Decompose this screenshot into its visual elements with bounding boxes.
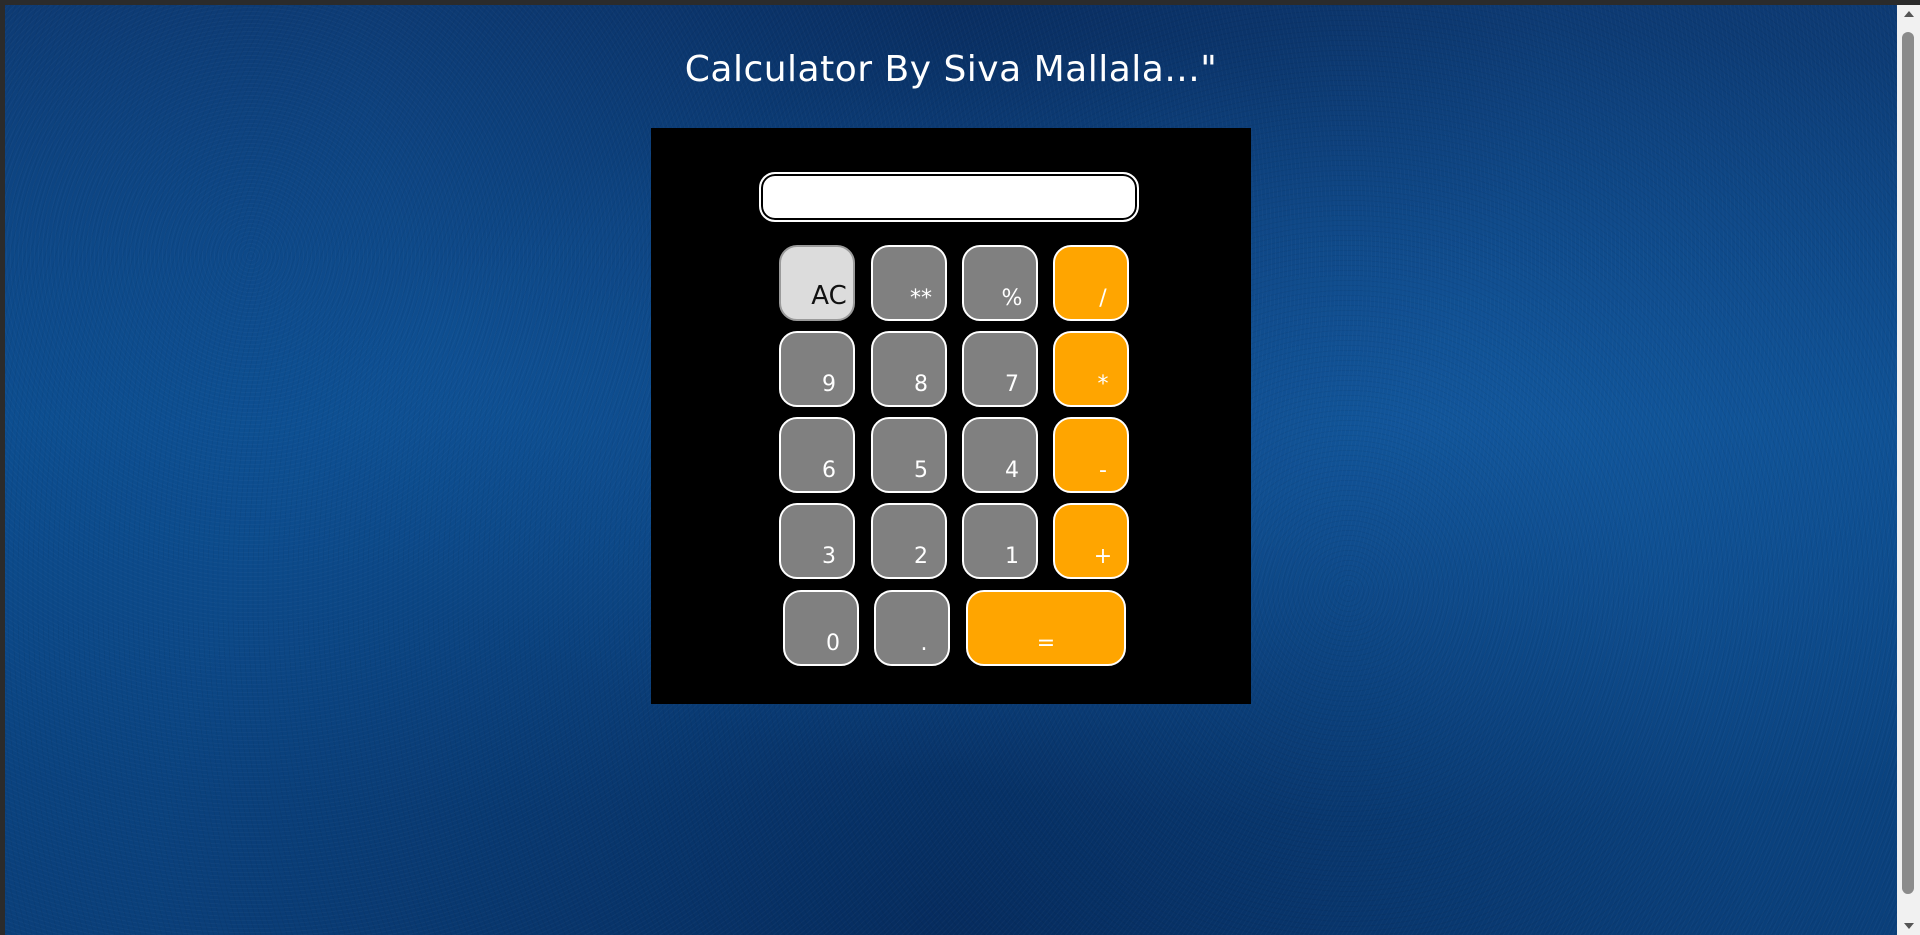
- scroll-up-arrow-icon[interactable]: [1904, 11, 1914, 17]
- digit-9-button[interactable]: 9: [779, 331, 855, 407]
- digit-2-button[interactable]: 2: [871, 503, 947, 579]
- decimal-button[interactable]: .: [874, 590, 950, 666]
- percent-button-label: %: [1001, 286, 1023, 311]
- digit-2-label: 2: [914, 544, 928, 569]
- subtract-button-label: -: [1099, 458, 1107, 483]
- digit-0-button[interactable]: 0: [783, 590, 859, 666]
- page-title: Calculator By Siva Mallala...": [684, 49, 1218, 90]
- equals-button-label: =: [1036, 631, 1056, 656]
- digit-8-label: 8: [914, 372, 928, 397]
- divide-button-label: /: [1099, 286, 1107, 311]
- multiply-button[interactable]: *: [1053, 331, 1129, 407]
- power-button[interactable]: **: [871, 245, 947, 321]
- digit-4-button[interactable]: 4: [962, 417, 1038, 493]
- digit-5-label: 5: [914, 458, 928, 483]
- calculator-body: AC ** % / 9 8 7 * 6 5 4 - 3 2 1 + 0 . =: [651, 128, 1251, 704]
- percent-button[interactable]: %: [962, 245, 1038, 321]
- subtract-button[interactable]: -: [1053, 417, 1129, 493]
- divide-button[interactable]: /: [1053, 245, 1129, 321]
- add-button-label: +: [1093, 544, 1113, 569]
- equals-button[interactable]: =: [966, 590, 1126, 666]
- digit-7-button[interactable]: 7: [962, 331, 1038, 407]
- power-button-label: **: [910, 286, 932, 311]
- digit-6-button[interactable]: 6: [779, 417, 855, 493]
- digit-5-button[interactable]: 5: [871, 417, 947, 493]
- clear-button-label: AC: [811, 281, 847, 311]
- digit-7-label: 7: [1005, 372, 1019, 397]
- digit-1-label: 1: [1005, 544, 1019, 569]
- decimal-button-label: .: [920, 631, 928, 656]
- digit-3-label: 3: [822, 544, 836, 569]
- add-button[interactable]: +: [1053, 503, 1129, 579]
- digit-8-button[interactable]: 8: [871, 331, 947, 407]
- clear-button[interactable]: AC: [779, 245, 855, 321]
- vertical-scrollbar[interactable]: [1897, 5, 1920, 935]
- digit-3-button[interactable]: 3: [779, 503, 855, 579]
- digit-0-label: 0: [826, 631, 840, 656]
- scroll-down-arrow-icon[interactable]: [1904, 923, 1914, 929]
- digit-9-label: 9: [822, 372, 836, 397]
- digit-4-label: 4: [1005, 458, 1019, 483]
- multiply-button-label: *: [1097, 372, 1109, 397]
- page-background: Calculator By Siva Mallala..." AC ** % /…: [5, 5, 1897, 935]
- digit-1-button[interactable]: 1: [962, 503, 1038, 579]
- calculator-display[interactable]: [759, 172, 1139, 222]
- digit-6-label: 6: [822, 458, 836, 483]
- scrollbar-thumb[interactable]: [1902, 32, 1914, 894]
